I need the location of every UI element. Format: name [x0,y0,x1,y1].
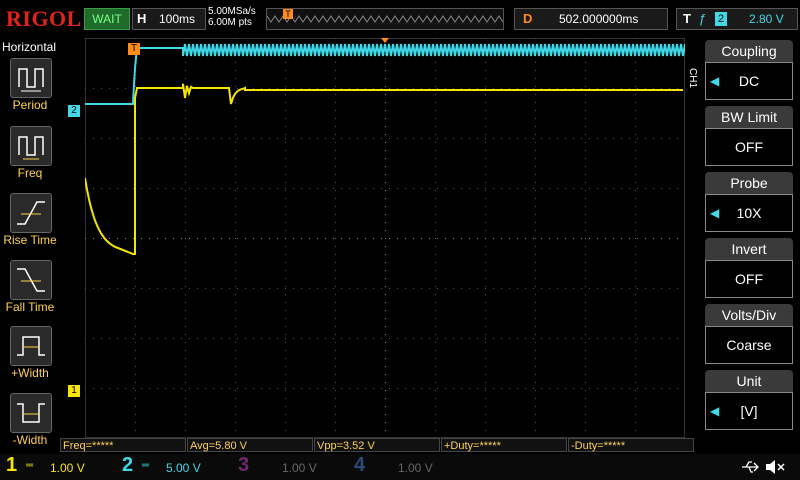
usb-icon [742,461,759,473]
dc-coupling-icon: ═ [142,460,150,471]
positive-width-icon [17,336,45,356]
period-icon [18,68,44,92]
fall-time-icon [17,268,45,292]
volts-div-title: Volts/Div [705,304,793,326]
ch2-status[interactable]: 2 ═ 5.00 V [116,454,224,478]
volts-div-value: Coarse [726,337,772,353]
top-status-bar: RIGOL WAIT H 100ms 5.00MSa/s 6.00M pts T… [0,0,800,38]
fall-time-button[interactable] [10,260,52,300]
ch1-scale: 1.00 V [50,461,85,475]
freq-icon [18,136,44,160]
trigger-level-marker[interactable]: T [128,43,140,55]
freq-label: Freq [17,166,43,180]
memory-depth: 6.00M pts [208,17,252,28]
trigger-source-channel: 2 [715,12,727,26]
measurement-pos-duty[interactable]: +Duty=***** [441,438,567,452]
negative-width-icon [17,403,45,423]
ch4-status[interactable]: 4 1.00 V [348,454,456,478]
dc-coupling-icon: ═ [26,460,34,471]
coupling-value: DC [738,73,760,89]
horizontal-label: H [137,11,147,26]
unit-title: Unit [705,370,793,392]
measurement-avg[interactable]: Avg=5.80 V [187,438,313,452]
timebase-value: 100ms [159,12,196,26]
ch1-ground-marker[interactable]: 1 [68,385,80,397]
fall-time-label: Fall Time [5,300,55,314]
measurement-vpp[interactable]: Vpp=3.52 V [314,438,440,452]
ch4-number: 4 [354,454,366,476]
trigger-display[interactable]: T ƒ 2 2.80 V [676,8,798,30]
positive-width-button[interactable] [10,326,52,366]
left-arrow-icon: ◀ [710,404,720,418]
measure-menu: Horizontal Period Freq Rise Time Fall Ti… [0,38,60,447]
measurement-neg-duty[interactable]: -Duty=***** [568,438,694,452]
ch4-scale: 1.00 V [398,461,433,475]
channel-status-bar: 1 ═ 1.00 V 2 ═ 5.00 V 3 1.00 V 4 1.00 V [0,454,800,480]
ch3-number: 3 [238,454,250,476]
period-label: Period [12,98,48,112]
probe-menu[interactable]: Probe ◀ 10X [705,172,793,232]
ch2-scale: 5.00 V [166,461,201,475]
bw-limit-value-box[interactable]: OFF [705,128,793,166]
coupling-title: Coupling [705,40,793,62]
bw-limit-value: OFF [735,139,763,155]
unit-menu[interactable]: Unit ◀ [V] [705,370,793,430]
brand-logo: RIGOL [6,6,82,31]
acquisition-info: 5.00MSa/s 6.00M pts [208,6,256,28]
ch1-status[interactable]: 1 ═ 1.00 V [0,454,108,478]
waveform-display[interactable] [85,38,685,438]
unit-value-box[interactable]: ◀ [V] [705,392,793,430]
negative-width-button[interactable] [10,393,52,433]
invert-value: OFF [735,271,763,287]
probe-value-box[interactable]: ◀ 10X [705,194,793,232]
volts-div-value-box[interactable]: Coarse [705,326,793,364]
left-arrow-icon: ◀ [710,74,720,88]
delay-value: 502.000000ms [559,12,639,26]
ch1-number: 1 [6,454,18,476]
rise-time-button[interactable] [10,193,52,233]
trigger-position-bar[interactable]: T [266,8,504,30]
trigger-label: T [683,11,691,26]
unit-value: [V] [740,403,758,419]
waveform-overview [266,15,504,23]
rise-time-icon [17,201,45,225]
positive-width-label: +Width [11,366,49,380]
bw-limit-title: BW Limit [705,106,793,128]
trigger-level: 2.80 V [749,12,784,26]
ch3-status[interactable]: 3 1.00 V [232,454,340,478]
trigger-marker-icon: T [283,9,293,19]
left-arrow-icon: ◀ [710,206,720,220]
rise-time-label: Rise Time [3,233,57,247]
volts-div-menu[interactable]: Volts/Div Coarse [705,304,793,364]
speaker-muted-icon[interactable] [764,457,786,477]
invert-value-box[interactable]: OFF [705,260,793,298]
channel-menu-tag: CH1 [687,68,698,89]
period-measure-button[interactable] [10,58,52,98]
delay-label: D [523,11,533,26]
negative-width-label: -Width [12,433,48,447]
measure-menu-title: Horizontal [2,40,57,54]
freq-measure-button[interactable] [10,126,52,166]
bw-limit-menu[interactable]: BW Limit OFF [705,106,793,166]
invert-title: Invert [705,238,793,260]
invert-menu[interactable]: Invert OFF [705,238,793,298]
probe-title: Probe [705,172,793,194]
rising-edge-icon: ƒ [699,11,707,26]
ch2-ground-marker[interactable]: 2 [68,105,80,117]
measurement-freq[interactable]: Freq=***** [60,438,186,452]
coupling-menu[interactable]: Coupling ◀ DC [705,40,793,100]
horizontal-timebase[interactable]: H 100ms [132,8,206,30]
sample-rate: 5.00MSa/s [208,6,256,17]
coupling-value-box[interactable]: ◀ DC [705,62,793,100]
run-state-badge[interactable]: WAIT [84,8,130,30]
ch2-number: 2 [122,454,134,476]
probe-value: 10X [736,205,762,221]
delay-display[interactable]: D 502.000000ms [514,8,668,30]
ch3-scale: 1.00 V [282,461,317,475]
